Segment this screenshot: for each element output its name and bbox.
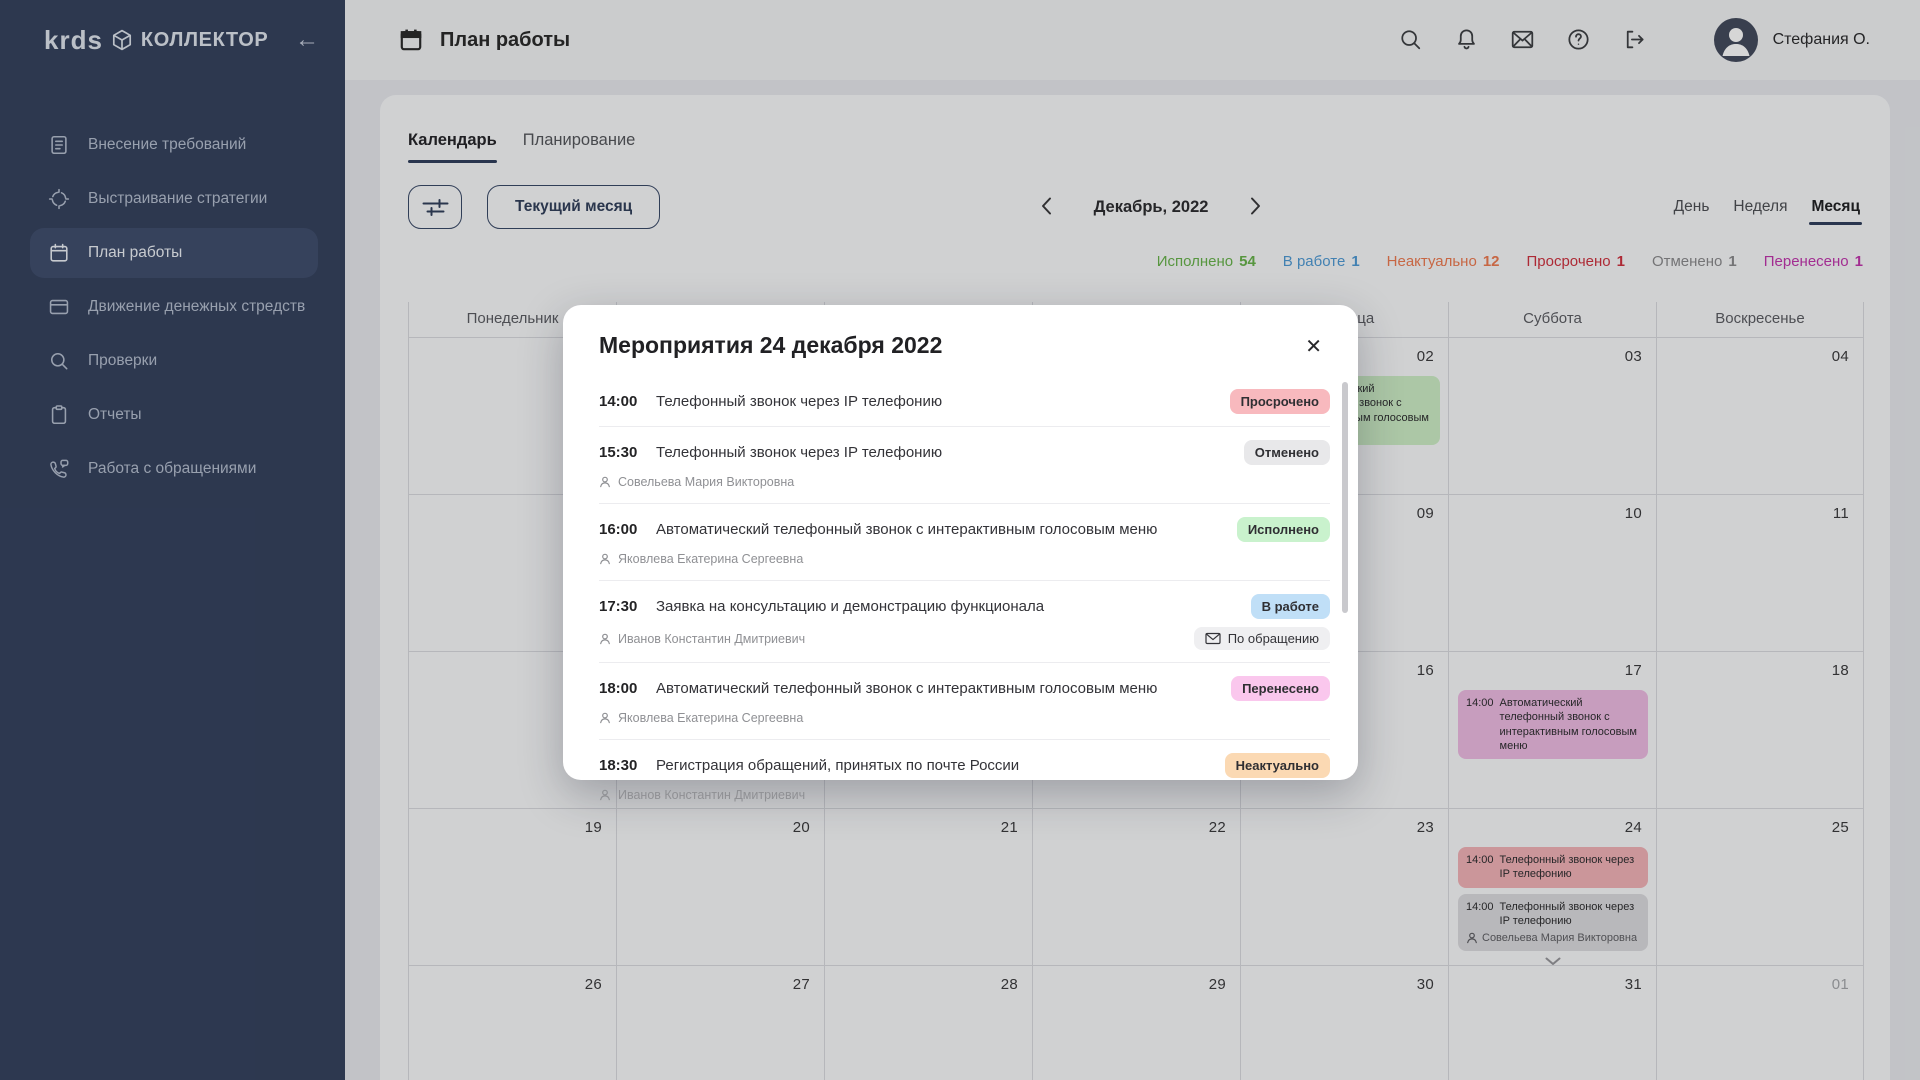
- event-title: Телефонный звонок через IP телефонию: [656, 444, 942, 461]
- event-title: Автоматический телефонный звонок с интер…: [656, 521, 1157, 538]
- modal-event-row[interactable]: 14:00 Телефонный звонок через IP телефони…: [599, 376, 1330, 427]
- status-badge: Просрочено: [1230, 389, 1330, 414]
- event-time: 15:30: [599, 444, 645, 461]
- modal-event-row[interactable]: 15:30 Телефонный звонок через IP телефони…: [599, 427, 1330, 504]
- app-window: krds КОЛЛЕКТОР ← Внесение требованийВыст…: [0, 0, 1920, 1080]
- event-time: 18:30: [599, 757, 645, 774]
- person-icon: [599, 553, 611, 565]
- mail-icon: [1205, 632, 1221, 645]
- event-person: Совельева Мария Викторовна: [599, 475, 794, 489]
- modal-event-row[interactable]: 16:00 Автоматический телефонный звонок с …: [599, 504, 1330, 581]
- modal-event-list: 14:00 Телефонный звонок через IP телефони…: [563, 376, 1358, 816]
- event-title: Автоматический телефонный звонок с интер…: [656, 680, 1157, 697]
- status-badge: Перенесено: [1231, 676, 1330, 701]
- status-badge: Отменено: [1244, 440, 1330, 465]
- person-icon: [599, 633, 611, 645]
- event-title: Регистрация обращений, принятых по почте…: [656, 757, 1019, 774]
- event-time: 16:00: [599, 521, 645, 538]
- person-icon: [599, 712, 611, 724]
- event-time: 18:00: [599, 680, 645, 697]
- event-title: Заявка на консультацию и демонстрацию фу…: [656, 598, 1044, 615]
- status-badge: Неактуально: [1225, 753, 1330, 778]
- close-icon[interactable]: ✕: [1299, 332, 1328, 361]
- event-title: Телефонный звонок через IP телефонию: [656, 393, 942, 410]
- person-icon: [599, 476, 611, 488]
- modal-event-row[interactable]: 18:30 Регистрация обращений, принятых по …: [599, 740, 1330, 816]
- modal-header: Мероприятия 24 декабря 2022 ✕: [563, 305, 1358, 376]
- modal-event-row[interactable]: 18:00 Автоматический телефонный звонок с …: [599, 663, 1330, 740]
- person-icon: [599, 789, 611, 801]
- status-badge: В работе: [1251, 594, 1330, 619]
- events-modal: Мероприятия 24 декабря 2022 ✕ 14:00 Телеф…: [563, 305, 1358, 780]
- modal-title: Мероприятия 24 декабря 2022: [599, 332, 942, 359]
- event-time: 17:30: [599, 598, 645, 615]
- event-person: Иванов Константин Дмитриевич: [599, 632, 805, 646]
- status-badge: Исполнено: [1237, 517, 1330, 542]
- event-time: 14:00: [599, 393, 645, 410]
- modal-event-row[interactable]: 17:30 Заявка на консультацию и демонстрац…: [599, 581, 1330, 663]
- modal-scrollbar-thumb[interactable]: [1342, 382, 1348, 613]
- event-person: Яковлева Екатерина Сергеевна: [599, 552, 803, 566]
- event-person: Иванов Константин Дмитриевич: [599, 788, 805, 802]
- source-tag: По обращению: [1194, 627, 1330, 650]
- event-person: Яковлева Екатерина Сергеевна: [599, 711, 803, 725]
